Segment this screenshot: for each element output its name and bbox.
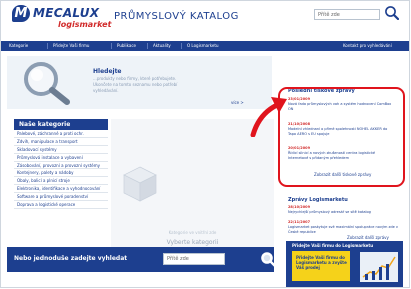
- category-item[interactable]: Zásobování, provozní a provozní systémy: [14, 162, 108, 170]
- nav-right-link[interactable]: Kontakt pro vyhledávání: [343, 41, 392, 51]
- chart-illustration-icon: [360, 252, 398, 282]
- category-item[interactable]: Kontejnery, palety a nádoby: [14, 169, 108, 178]
- news-item[interactable]: Nejrychlejší průmyslový adresář se sítě …: [288, 210, 398, 215]
- catalog-label: PRŮMYSLOVÝ KATALOG: [114, 11, 239, 22]
- page-frame: M MECALUX logismarket PRŮMYSLOVÝ KATALOG…: [0, 0, 410, 288]
- hero-banner: Hledejte ...produkty nebo firmy, které p…: [7, 56, 272, 109]
- promo-callout[interactable]: Přidejte Vaši firmu do Logismarketu a zv…: [292, 251, 350, 281]
- mecalux-logo-icon[interactable]: M: [12, 5, 30, 22]
- promo-text: Přidejte Vaši firmu do Logismarketu a zv…: [296, 255, 347, 270]
- cube-icon: [123, 166, 157, 202]
- news-item[interactable]: Logismarket poskytuje své maximální spol…: [288, 225, 398, 234]
- category-item[interactable]: Elektronika, identifikace a vyhodnocován…: [14, 185, 108, 194]
- nav-item-o-logismarketu[interactable]: O Logismarketu: [187, 41, 219, 51]
- category-item[interactable]: Obaly, balicí a plnicí stroje: [14, 177, 108, 186]
- hero-more-link[interactable]: více >: [231, 100, 244, 105]
- logo-name[interactable]: MECALUX: [33, 6, 99, 20]
- bottom-search-bar: Nebo jednoduše zadejte vyhledat Přítě zd…: [7, 247, 277, 272]
- categories-title: Naše kategorie: [19, 121, 71, 128]
- search-icon[interactable]: [384, 5, 399, 20]
- bottom-search-label: Nebo jednoduše zadejte vyhledat: [14, 255, 128, 262]
- logismarket-news-title: Zprávy Logismarketu: [288, 197, 348, 203]
- nav-divider: [111, 43, 112, 49]
- nav-divider: [181, 43, 182, 49]
- hero-title: Hledejte: [93, 68, 122, 75]
- news-date: 22/11/2007: [288, 220, 311, 224]
- search-icon[interactable]: [260, 251, 277, 268]
- more-news-link[interactable]: Zobrazit další zprávy: [347, 235, 389, 240]
- category-item[interactable]: Palebové, záchranné a proti ochr.: [14, 130, 108, 138]
- promo-image: [360, 252, 398, 282]
- highlight-outline: [278, 87, 405, 187]
- promo-box[interactable]: Přidejte Vaši firmu do Logismarketu Přid…: [286, 241, 403, 287]
- categories-list: Palebové, záchranné a proti ochr. Zdvih,…: [14, 130, 108, 209]
- nav-divider: [47, 43, 48, 49]
- top-search-input[interactable]: Přítě zde: [314, 9, 380, 20]
- magnifier-icon: [24, 62, 70, 105]
- news-date: 28/10/2009: [288, 205, 311, 209]
- category-item[interactable]: Zdvih, manipulace a transport: [14, 138, 108, 146]
- arrow-icon: [250, 97, 287, 137]
- bottom-search-input[interactable]: Přítě zde: [163, 253, 225, 265]
- category-item[interactable]: Doprava a logistické operace: [14, 201, 108, 209]
- category-item[interactable]: Skladovací systémy: [14, 146, 108, 154]
- select-category-prompt: Vyberte kategorii: [166, 239, 219, 246]
- hero-description: ...produkty nebo firmy, které potřebujet…: [93, 76, 178, 93]
- category-item[interactable]: Průmyslová instalace a vybavení: [14, 154, 108, 162]
- logo-subtitle[interactable]: logismarket: [58, 20, 111, 29]
- main-nav: Kategorie Přidejte Vaši firmu Publikace …: [1, 41, 409, 51]
- categories-header: Naše kategorie: [14, 119, 108, 130]
- nav-item-publikace[interactable]: Publikace: [117, 41, 136, 51]
- nav-item-aktuality[interactable]: Aktuality: [153, 41, 171, 51]
- nav-item-pridejte[interactable]: Přidejte Vaši firmu: [53, 41, 89, 51]
- category-item[interactable]: Software a průmyslové poradenství: [14, 193, 108, 202]
- site-header: M MECALUX logismarket PRŮMYSLOVÝ KATALOG…: [1, 1, 409, 39]
- promo-header: Přidejte Vaši firmu do Logismarketu: [292, 243, 374, 248]
- nav-item-kategorie[interactable]: Kategorie: [9, 41, 28, 51]
- category-caption: Kategorie ve vnitřní zde: [168, 230, 217, 235]
- nav-divider: [147, 43, 148, 49]
